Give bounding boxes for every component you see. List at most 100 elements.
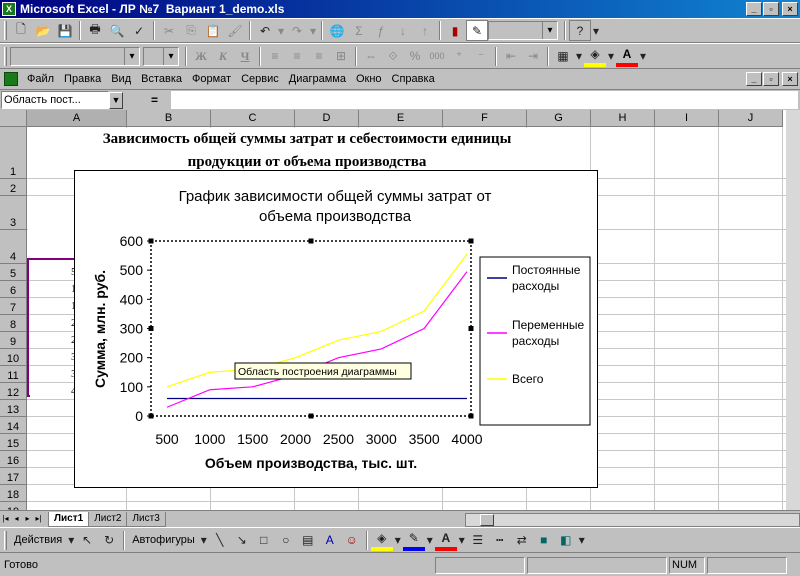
underline-button[interactable]: Ч (234, 46, 256, 67)
chart-wizard-icon[interactable]: ▮ (444, 20, 466, 41)
column-header[interactable]: H (591, 110, 655, 127)
spelling-icon[interactable]: ✓ (128, 20, 150, 41)
hyperlink-icon[interactable]: 🌐 (326, 20, 348, 41)
row-header[interactable]: 12 (0, 383, 27, 400)
line-style-icon[interactable]: ☰ (467, 530, 489, 551)
decrease-indent-icon[interactable]: ⇤ (500, 46, 522, 67)
drawing-icon[interactable]: ✎ (466, 20, 488, 41)
undo-dropdown-icon[interactable]: ▾ (276, 20, 286, 41)
undo-icon[interactable]: ↶ (254, 20, 276, 41)
row-header[interactable]: 13 (0, 400, 27, 417)
menu-window[interactable]: Окно (351, 73, 387, 85)
sort-asc-icon[interactable]: ↓ (392, 20, 414, 41)
euro-icon[interactable]: ⟐ (382, 46, 404, 67)
row-header[interactable]: 8 (0, 315, 27, 332)
actions-menu-button[interactable]: Действия (10, 534, 66, 546)
row-header[interactable]: 11 (0, 366, 27, 383)
draw-fill-dropdown-icon[interactable]: ▾ (393, 530, 403, 551)
row-header[interactable]: 15 (0, 434, 27, 451)
row-header[interactable]: 6 (0, 281, 27, 298)
horizontal-scroll-thumb[interactable] (480, 514, 494, 526)
line-tool-icon[interactable]: ╲ (209, 530, 231, 551)
draw-fill-color-icon[interactable]: ◈ (370, 530, 393, 551)
column-header[interactable]: C (211, 110, 295, 127)
excel-app-icon[interactable]: X (2, 2, 16, 16)
align-left-icon[interactable]: ≡ (264, 46, 286, 67)
fill-color-icon[interactable]: ◈ (584, 46, 606, 67)
redo-dropdown-icon[interactable]: ▾ (308, 20, 318, 41)
dash-style-icon[interactable]: ┅ (489, 530, 511, 551)
row-header[interactable]: 19 (0, 502, 27, 510)
align-right-icon[interactable]: ≡ (308, 46, 330, 67)
arrow-style-icon[interactable]: ⇄ (511, 530, 533, 551)
row-header[interactable]: 5 (0, 264, 27, 281)
row-header[interactable]: 7 (0, 298, 27, 315)
function-icon[interactable]: ƒ (370, 20, 392, 41)
increase-indent-icon[interactable]: ⇥ (522, 46, 544, 67)
row-header[interactable]: 9 (0, 332, 27, 349)
formula-input[interactable] (171, 91, 798, 109)
3d-icon[interactable]: ◧ (555, 530, 577, 551)
menu-help[interactable]: Справка (387, 73, 440, 85)
arrow-tool-icon[interactable]: ↘ (231, 530, 253, 551)
menu-format[interactable]: Формат (187, 73, 236, 85)
row-header[interactable]: 3 (0, 196, 27, 230)
restore-button[interactable]: ▫ (763, 2, 779, 16)
row-header[interactable]: 10 (0, 349, 27, 366)
minimize-button[interactable]: _ (746, 2, 762, 16)
shadow-icon[interactable]: ■ (533, 530, 555, 551)
autoshapes-dropdown-icon[interactable]: ▾ (199, 530, 209, 551)
horizontal-scrollbar[interactable] (465, 513, 800, 527)
name-box-dropdown-icon[interactable]: ▼ (109, 91, 123, 109)
font-color-dropdown-icon[interactable]: ▾ (638, 46, 648, 67)
column-header[interactable]: J (719, 110, 783, 127)
line-color-icon[interactable]: ✎ (402, 530, 425, 551)
draw-font-color-icon[interactable]: A (434, 530, 457, 551)
row-header[interactable]: 1 (0, 127, 27, 179)
column-header[interactable]: I (655, 110, 719, 127)
chart-area[interactable]: График зависимости общей суммы затрат от… (74, 170, 598, 488)
wordart-icon[interactable]: A (319, 530, 341, 551)
sort-desc-icon[interactable]: ↑ (414, 20, 436, 41)
print-icon[interactable]: 🖶 (84, 20, 106, 41)
open-folder-icon[interactable]: 📂 (32, 20, 54, 41)
free-rotate-icon[interactable]: ↻ (98, 530, 120, 551)
currency-icon[interactable]: ⇔ (360, 46, 382, 67)
bold-button[interactable]: Ж (190, 46, 212, 67)
column-header[interactable]: B (127, 110, 211, 127)
sheet-tab-2[interactable]: Лист2 (88, 511, 128, 527)
font-size-dropdown[interactable] (143, 46, 179, 66)
increase-decimal-icon[interactable]: ⁺ (448, 46, 470, 67)
rectangle-tool-icon[interactable]: □ (253, 530, 275, 551)
sheet-tab-1[interactable]: Лист1 (48, 511, 90, 527)
cut-icon[interactable]: ✂ (158, 20, 180, 41)
first-sheet-icon[interactable]: |◂ (0, 512, 11, 526)
name-box[interactable]: Область пост... (1, 91, 109, 109)
column-header[interactable]: E (359, 110, 443, 127)
column-header[interactable]: F (443, 110, 527, 127)
merge-center-icon[interactable]: ⊞ (330, 46, 352, 67)
next-sheet-icon[interactable]: ▸ (22, 512, 33, 526)
decrease-decimal-icon[interactable]: ⁻ (470, 46, 492, 67)
actions-dropdown-icon[interactable]: ▾ (66, 530, 76, 551)
last-sheet-icon[interactable]: ▸| (33, 512, 44, 526)
row-header[interactable]: 16 (0, 451, 27, 468)
select-objects-icon[interactable]: ↖ (76, 530, 98, 551)
align-center-icon[interactable]: ≡ (286, 46, 308, 67)
borders-dropdown-icon[interactable]: ▾ (574, 46, 584, 67)
row-header[interactable]: 17 (0, 468, 27, 485)
new-document-icon[interactable]: 🗋 (10, 20, 32, 41)
thousands-button[interactable]: 000 (426, 46, 448, 67)
row-header[interactable]: 4 (0, 230, 27, 264)
column-header[interactable]: D (295, 110, 359, 127)
doc-restore-button[interactable]: ▫ (763, 72, 779, 86)
paste-icon[interactable]: 📋 (202, 20, 224, 41)
doc-close-button[interactable]: × (782, 72, 798, 86)
borders-icon[interactable]: ▦ (552, 46, 574, 67)
prev-sheet-icon[interactable]: ◂ (11, 512, 22, 526)
vertical-scrollbar[interactable] (786, 110, 800, 510)
close-button[interactable]: × (782, 2, 798, 16)
help-dropdown-icon[interactable]: ▾ (591, 20, 601, 41)
menu-insert[interactable]: Вставка (136, 73, 187, 85)
font-color-icon[interactable]: A (616, 46, 638, 67)
